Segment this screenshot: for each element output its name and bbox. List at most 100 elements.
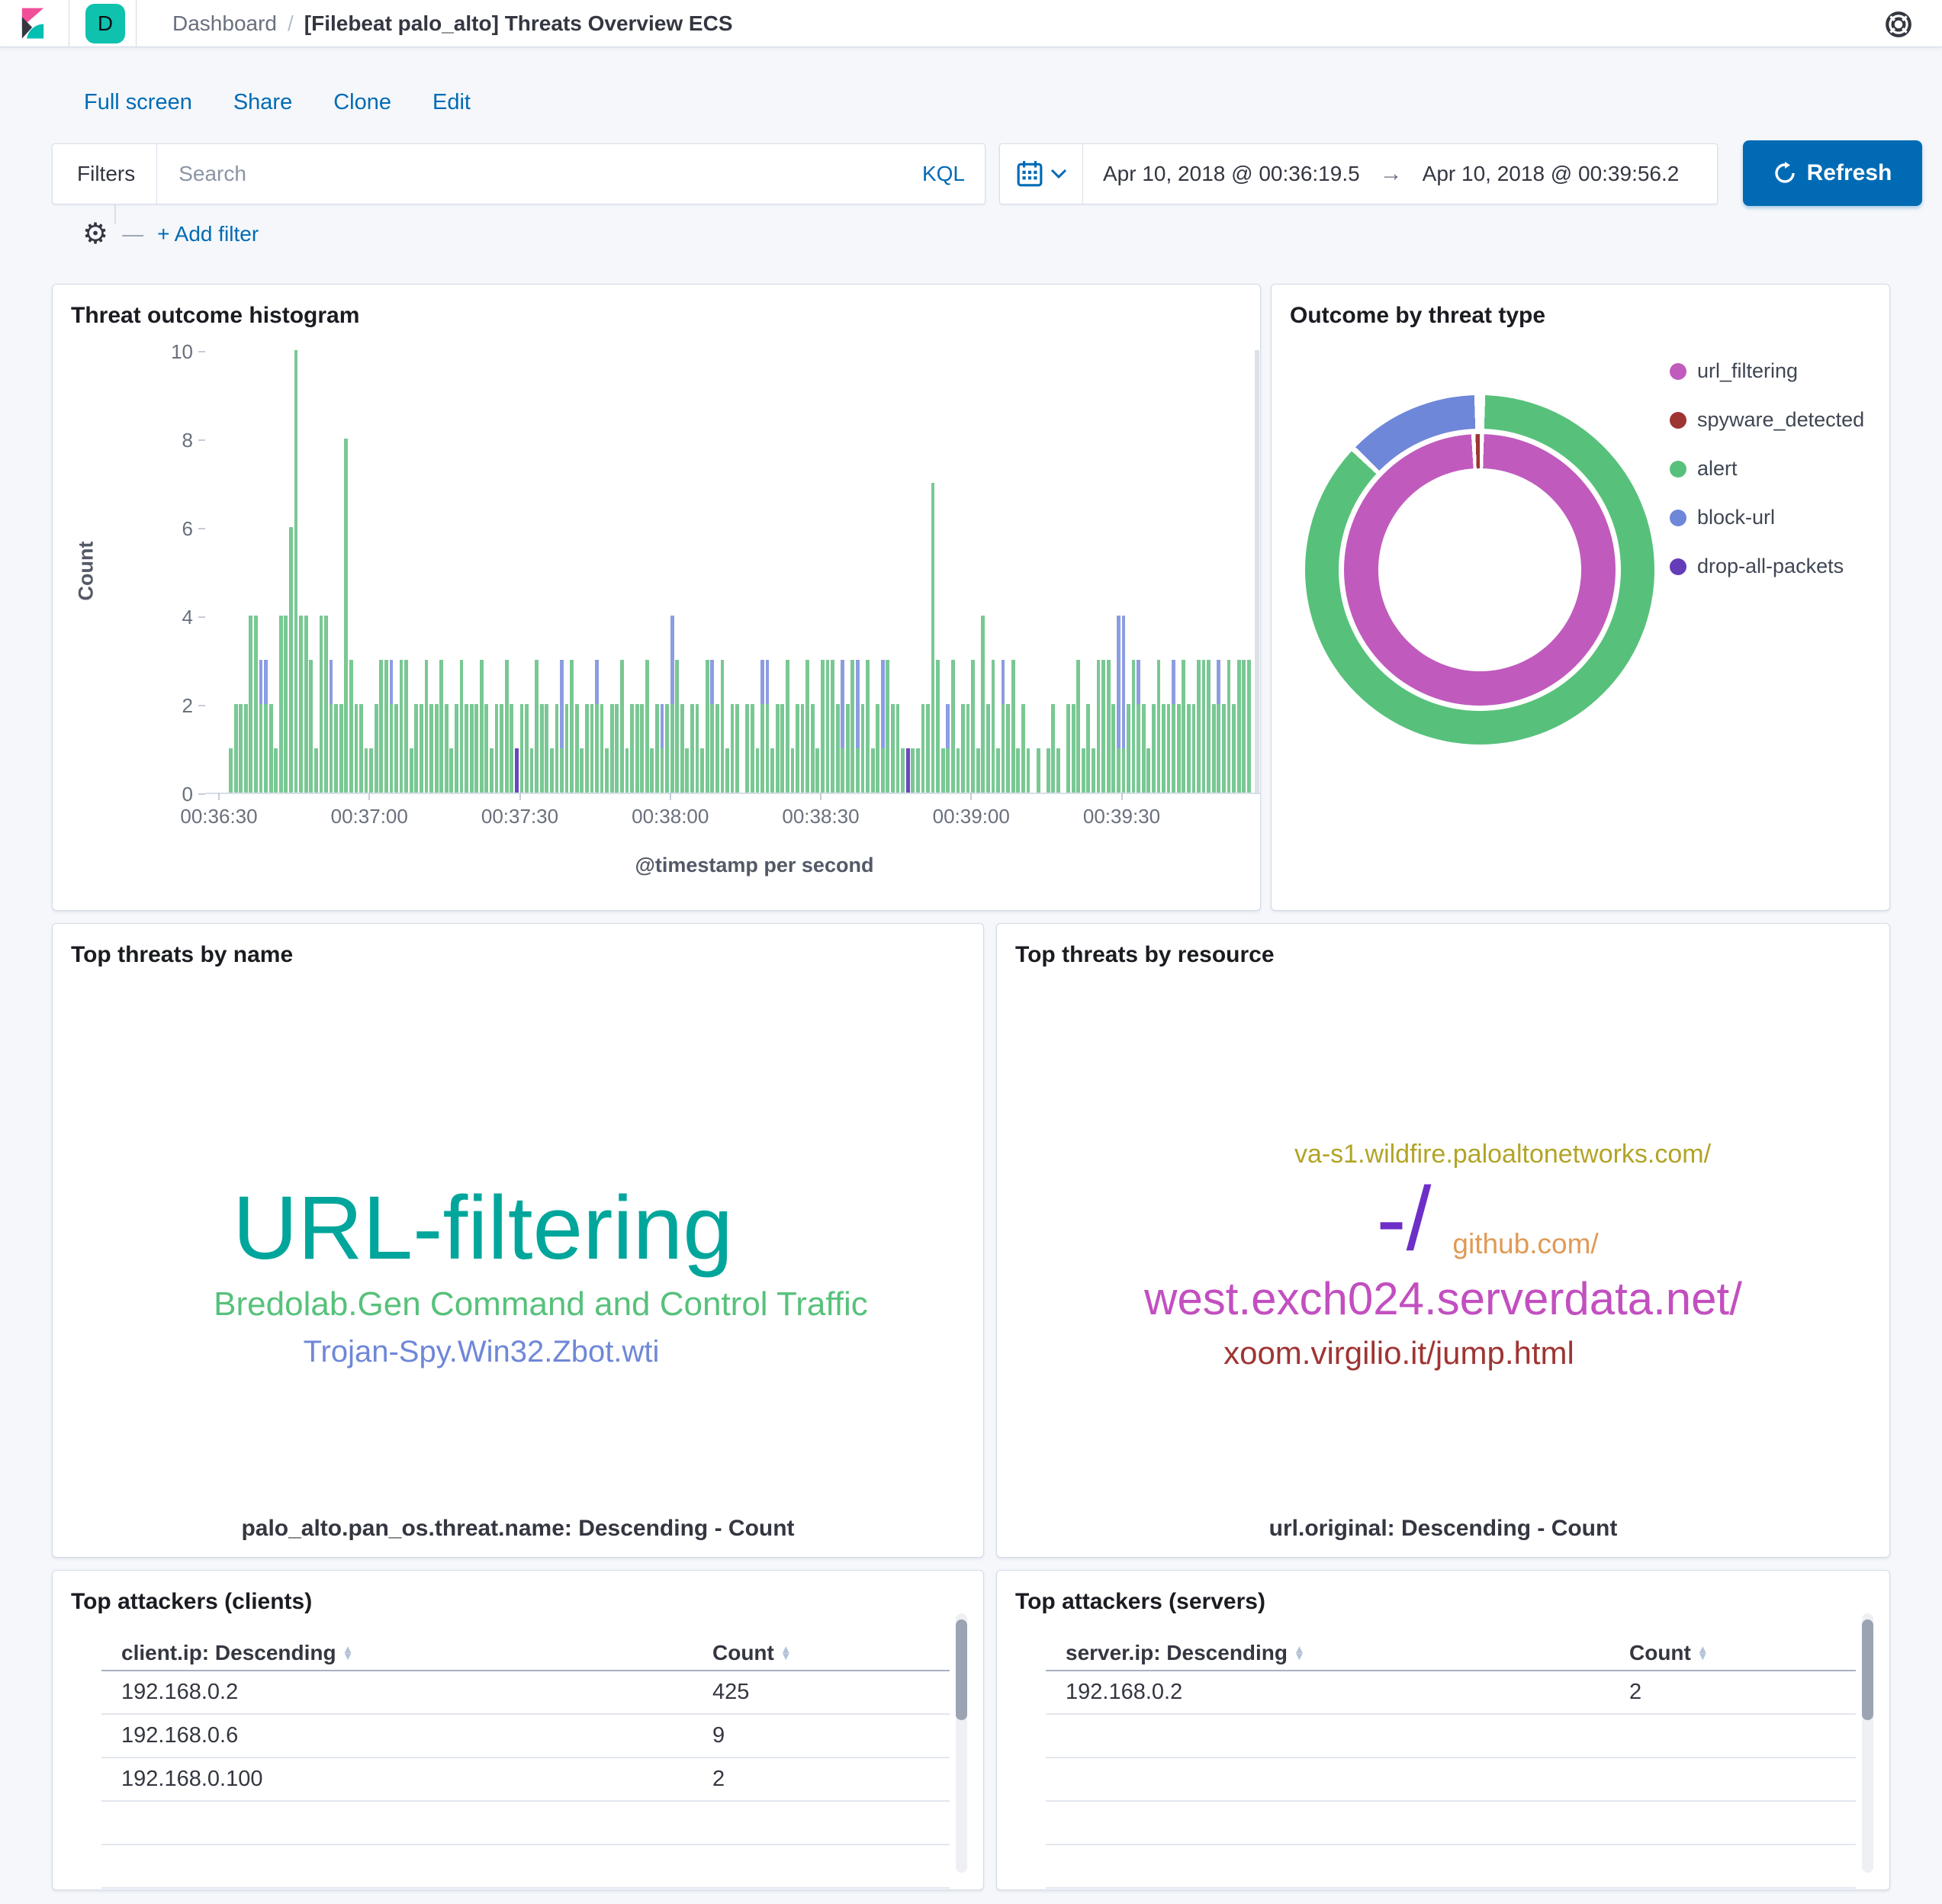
histogram-bar[interactable] xyxy=(1247,660,1251,793)
histogram-bar[interactable] xyxy=(1056,748,1060,793)
histogram-bar[interactable] xyxy=(284,616,288,793)
help-icon[interactable] xyxy=(1884,10,1913,39)
histogram-bar[interactable] xyxy=(414,704,418,793)
histogram-bar[interactable] xyxy=(805,660,809,793)
histogram-bar[interactable] xyxy=(655,704,659,793)
histogram-bar[interactable] xyxy=(1172,660,1175,793)
histogram-bar[interactable] xyxy=(339,704,343,793)
histogram-bar[interactable] xyxy=(259,660,263,793)
histogram-bar[interactable] xyxy=(916,748,920,793)
histogram-bar[interactable] xyxy=(731,704,735,793)
histogram-bar[interactable] xyxy=(680,704,684,793)
histogram-bar[interactable] xyxy=(1122,616,1126,793)
histogram-bar[interactable] xyxy=(500,704,503,793)
table-row[interactable]: 192.168.0.1002 xyxy=(101,1758,950,1802)
date-start[interactable]: Apr 10, 2018 @ 00:36:19.5 xyxy=(1083,162,1380,186)
histogram-bar[interactable] xyxy=(1011,660,1015,793)
histogram-bar[interactable] xyxy=(565,704,569,793)
histogram-bar[interactable] xyxy=(369,748,373,793)
legend-item[interactable]: block-url xyxy=(1670,506,1864,529)
clients-scrollbar-thumb[interactable] xyxy=(956,1619,967,1720)
donut-chart[interactable] xyxy=(1305,395,1654,745)
histogram-bar[interactable] xyxy=(735,704,739,793)
histogram-bar[interactable] xyxy=(981,616,985,793)
histogram-bar[interactable] xyxy=(1192,704,1196,793)
histogram-bar[interactable] xyxy=(525,704,529,793)
histogram-bar[interactable] xyxy=(957,748,960,793)
legend-item[interactable]: drop-all-packets xyxy=(1670,555,1864,578)
histogram-bar[interactable] xyxy=(776,704,780,793)
histogram-bar[interactable] xyxy=(304,616,308,793)
histogram-bar[interactable] xyxy=(700,748,704,793)
histogram-bar[interactable] xyxy=(465,704,468,793)
histogram-bar[interactable] xyxy=(400,660,404,793)
histogram-bar[interactable] xyxy=(379,660,383,793)
histogram-bar[interactable] xyxy=(821,660,825,793)
kibana-logo-icon[interactable] xyxy=(15,6,50,41)
gear-icon[interactable]: ⚙ xyxy=(82,220,108,249)
histogram-bar[interactable] xyxy=(645,660,649,793)
histogram-bar[interactable] xyxy=(460,660,464,793)
histogram-bar[interactable] xyxy=(605,748,609,793)
histogram-bar[interactable] xyxy=(635,704,639,793)
share-link[interactable]: Share xyxy=(233,90,292,115)
histogram-bar[interactable] xyxy=(881,660,885,793)
histogram-bar[interactable] xyxy=(696,704,699,793)
histogram-bar[interactable] xyxy=(670,616,674,793)
histogram-bar[interactable] xyxy=(420,704,423,793)
histogram-bar[interactable] xyxy=(665,704,669,793)
legend-item[interactable]: spyware_detected xyxy=(1670,408,1864,432)
histogram-bar[interactable] xyxy=(1027,748,1030,793)
histogram-bar[interactable] xyxy=(1152,704,1156,793)
histogram-bar[interactable] xyxy=(906,748,910,793)
histogram-bar[interactable] xyxy=(926,704,930,793)
clients-panel-title[interactable]: Top attackers (clients) xyxy=(71,1589,312,1615)
histogram-bar[interactable] xyxy=(425,660,429,793)
donut-panel-title[interactable]: Outcome by threat type xyxy=(1290,303,1545,329)
histogram-bar[interactable] xyxy=(715,704,719,793)
histogram-bar[interactable] xyxy=(410,748,413,793)
histogram-bar[interactable] xyxy=(279,616,283,793)
histogram-bar[interactable] xyxy=(896,704,900,793)
ip-column-header[interactable]: server.ip: Descending▲▼ xyxy=(1046,1641,1629,1665)
histogram-bar[interactable] xyxy=(1127,704,1130,793)
histogram-bar[interactable] xyxy=(856,660,860,793)
histogram-bar[interactable] xyxy=(725,748,729,793)
histogram-bar[interactable] xyxy=(1097,660,1101,793)
histogram-bar[interactable] xyxy=(801,704,805,793)
search-input[interactable] xyxy=(157,162,922,186)
tag-item[interactable]: va-s1.wildfire.paloaltonetworks.com/ xyxy=(1294,1141,1711,1169)
histogram-bar[interactable] xyxy=(971,660,975,793)
histogram-bar[interactable] xyxy=(269,704,273,793)
histogram-bar[interactable] xyxy=(365,748,368,793)
histogram-bar[interactable] xyxy=(560,660,564,793)
date-picker-quick-menu[interactable] xyxy=(1000,160,1082,188)
histogram-bar[interactable] xyxy=(1182,660,1185,793)
histogram-bar[interactable] xyxy=(355,704,358,793)
histogram-bar[interactable] xyxy=(1117,616,1121,793)
histogram-bar[interactable] xyxy=(846,704,850,793)
histogram-bar[interactable] xyxy=(796,704,799,793)
histogram-bar[interactable] xyxy=(1092,748,1095,793)
histogram-bar[interactable] xyxy=(831,660,834,793)
legend-item[interactable]: alert xyxy=(1670,457,1864,481)
histogram-bar[interactable] xyxy=(1021,704,1025,793)
histogram-bar[interactable] xyxy=(1217,660,1220,793)
histogram-bar[interactable] xyxy=(490,748,494,793)
histogram-bar[interactable] xyxy=(1142,704,1146,793)
histogram-bar[interactable] xyxy=(264,660,268,793)
clone-link[interactable]: Clone xyxy=(333,90,391,115)
histogram-bar[interactable] xyxy=(439,660,443,793)
histogram-bar[interactable] xyxy=(1066,704,1070,793)
histogram-bar[interactable] xyxy=(249,616,252,793)
histogram-bar[interactable] xyxy=(580,748,584,793)
histogram-bar[interactable] xyxy=(721,660,725,793)
histogram-bar[interactable] xyxy=(1132,660,1136,793)
histogram-bar[interactable] xyxy=(234,704,238,793)
histogram-bar[interactable] xyxy=(344,439,348,793)
histogram-bar[interactable] xyxy=(349,660,353,793)
histogram-bar[interactable] xyxy=(996,748,1000,793)
histogram-bar[interactable] xyxy=(921,704,925,793)
histogram-bar[interactable] xyxy=(756,748,760,793)
histogram-bar[interactable] xyxy=(239,704,243,793)
